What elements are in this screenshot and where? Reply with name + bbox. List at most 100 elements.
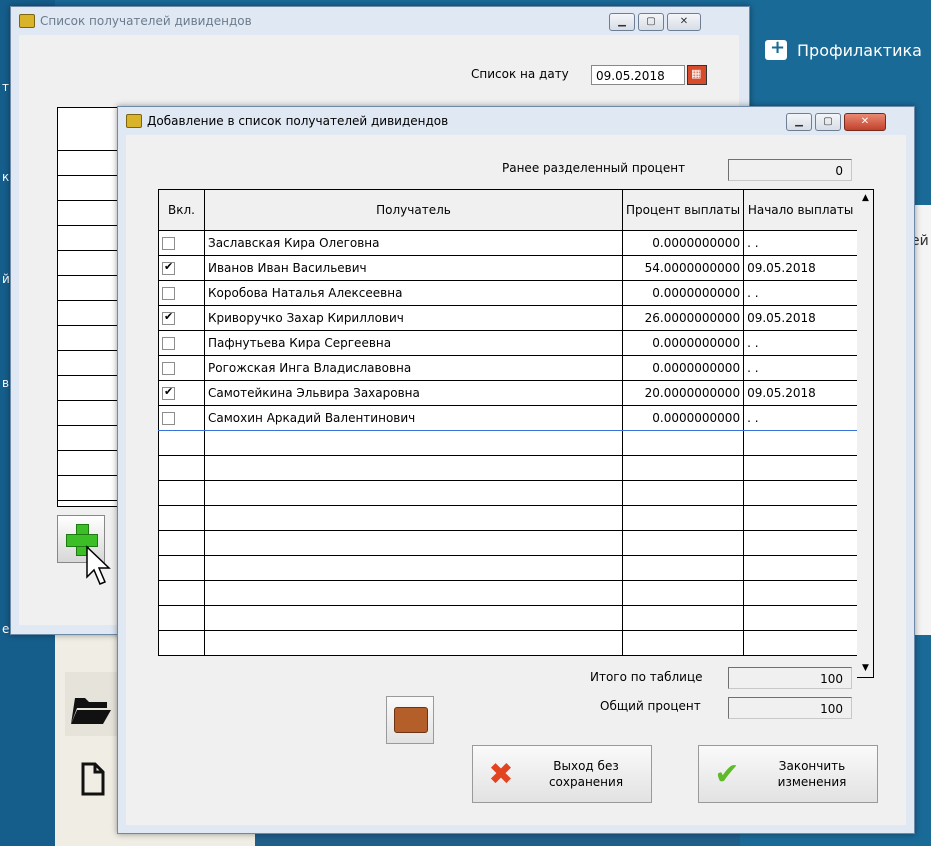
empty-row[interactable]: [158, 605, 859, 631]
table-row[interactable]: Заславская Кира Олеговна 0.0000000000. .: [158, 230, 859, 256]
empty-cell[interactable]: [621, 480, 745, 506]
checkbox-cell[interactable]: [158, 380, 205, 406]
maximize-button[interactable]: ▢: [815, 113, 841, 131]
empty-cell[interactable]: [743, 480, 859, 506]
empty-row[interactable]: [158, 530, 859, 556]
exit-without-save-button[interactable]: ✖ Выход без сохранения: [472, 745, 652, 803]
empty-cell[interactable]: [621, 430, 745, 456]
empty-cell[interactable]: [204, 580, 623, 606]
vertical-scrollbar[interactable]: ▲ ▼: [857, 189, 874, 678]
include-checkbox[interactable]: [162, 362, 175, 375]
scroll-up-icon[interactable]: ▲: [858, 191, 873, 206]
close-button[interactable]: ✕: [667, 13, 701, 31]
open-folder-button[interactable]: [65, 672, 117, 736]
empty-cell[interactable]: [158, 455, 205, 481]
date-field[interactable]: 09.05.2018: [591, 65, 685, 85]
maximize-button[interactable]: ▢: [638, 13, 664, 31]
column-header-start[interactable]: Начало выплаты: [743, 189, 859, 231]
empty-cell[interactable]: [743, 605, 859, 631]
empty-cell[interactable]: [204, 505, 623, 531]
empty-cell[interactable]: [204, 605, 623, 631]
include-checkbox[interactable]: [162, 260, 175, 275]
empty-cell[interactable]: [621, 605, 745, 631]
checkbox-cell[interactable]: [158, 305, 205, 331]
empty-cell[interactable]: [743, 455, 859, 481]
table-row[interactable]: Рогожская Инга Владиславовна 0.0000000000…: [158, 355, 859, 381]
empty-row[interactable]: [158, 555, 859, 581]
column-header-recipient[interactable]: Получатель: [204, 189, 623, 231]
scroll-down-icon[interactable]: ▼: [858, 661, 873, 676]
profilaktika-link[interactable]: Профилактика: [765, 37, 922, 60]
empty-cell[interactable]: [158, 480, 205, 506]
percent-cell[interactable]: 0.0000000000: [621, 280, 745, 306]
empty-cell[interactable]: [204, 430, 623, 456]
start-cell[interactable]: . .: [743, 405, 859, 431]
empty-cell[interactable]: [204, 530, 623, 556]
empty-cell[interactable]: [204, 630, 623, 656]
empty-cell[interactable]: [621, 455, 745, 481]
empty-cell[interactable]: [158, 430, 205, 456]
recipient-cell[interactable]: Рогожская Инга Владиславовна: [204, 355, 623, 381]
empty-cell[interactable]: [743, 580, 859, 606]
percent-cell[interactable]: 26.0000000000: [621, 305, 745, 331]
minimize-button[interactable]: ▁: [609, 13, 635, 31]
column-header-enabled[interactable]: Вкл.: [158, 189, 205, 231]
empty-row[interactable]: [158, 455, 859, 481]
empty-cell[interactable]: [621, 630, 745, 656]
include-checkbox[interactable]: [162, 310, 175, 325]
finish-changes-button[interactable]: ✔ Закончить изменения: [698, 745, 878, 803]
calendar-button[interactable]: ▦: [687, 65, 707, 85]
recipient-cell[interactable]: Самохин Аркадий Валентинович: [204, 405, 623, 431]
wallet-button[interactable]: [386, 696, 434, 744]
empty-cell[interactable]: [204, 480, 623, 506]
empty-cell[interactable]: [158, 505, 205, 531]
recipient-cell[interactable]: Иванов Иван Васильевич: [204, 255, 623, 281]
empty-cell[interactable]: [743, 555, 859, 581]
start-cell[interactable]: 09.05.2018: [743, 255, 859, 281]
include-checkbox[interactable]: [162, 237, 175, 250]
column-header-percent[interactable]: Процент выплаты: [621, 189, 745, 231]
start-cell[interactable]: 09.05.2018: [743, 380, 859, 406]
include-checkbox[interactable]: [162, 412, 175, 425]
recipient-cell[interactable]: Криворучко Захар Кириллович: [204, 305, 623, 331]
percent-cell[interactable]: 0.0000000000: [621, 230, 745, 256]
minimize-button[interactable]: ▁: [786, 113, 812, 131]
table-row[interactable]: Иванов Иван Васильевич54.000000000009.05…: [158, 255, 859, 281]
checkbox-cell[interactable]: [158, 355, 205, 381]
start-cell[interactable]: 09.05.2018: [743, 305, 859, 331]
empty-cell[interactable]: [204, 455, 623, 481]
include-checkbox[interactable]: [162, 337, 175, 350]
empty-row[interactable]: [158, 580, 859, 606]
empty-cell[interactable]: [204, 555, 623, 581]
empty-row[interactable]: [158, 430, 859, 456]
start-cell[interactable]: . .: [743, 355, 859, 381]
empty-cell[interactable]: [743, 505, 859, 531]
recipient-cell[interactable]: Заславская Кира Олеговна: [204, 230, 623, 256]
empty-cell[interactable]: [743, 530, 859, 556]
table-row[interactable]: Коробова Наталья Алексеевна 0.0000000000.…: [158, 280, 859, 306]
empty-cell[interactable]: [743, 630, 859, 656]
empty-row[interactable]: [158, 505, 859, 531]
empty-cell[interactable]: [158, 530, 205, 556]
percent-cell[interactable]: 0.0000000000: [621, 330, 745, 356]
empty-cell[interactable]: [621, 530, 745, 556]
close-button[interactable]: ✕: [844, 113, 886, 131]
empty-row[interactable]: [158, 480, 859, 506]
checkbox-cell[interactable]: [158, 255, 205, 281]
empty-row[interactable]: [158, 630, 859, 656]
empty-cell[interactable]: [158, 630, 205, 656]
checkbox-cell[interactable]: [158, 230, 205, 256]
include-checkbox[interactable]: [162, 287, 175, 300]
empty-cell[interactable]: [158, 580, 205, 606]
table-row[interactable]: Самохин Аркадий Валентинович 0.0000000000…: [158, 405, 859, 431]
empty-cell[interactable]: [621, 505, 745, 531]
checkbox-cell[interactable]: [158, 405, 205, 431]
start-cell[interactable]: . .: [743, 280, 859, 306]
new-document-button[interactable]: [65, 746, 117, 810]
empty-cell[interactable]: [621, 580, 745, 606]
empty-cell[interactable]: [158, 555, 205, 581]
recipient-cell[interactable]: Коробова Наталья Алексеевна: [204, 280, 623, 306]
table-row[interactable]: Пафнутьева Кира Сергеевна 0.0000000000. .: [158, 330, 859, 356]
percent-cell[interactable]: 54.0000000000: [621, 255, 745, 281]
empty-cell[interactable]: [743, 430, 859, 456]
